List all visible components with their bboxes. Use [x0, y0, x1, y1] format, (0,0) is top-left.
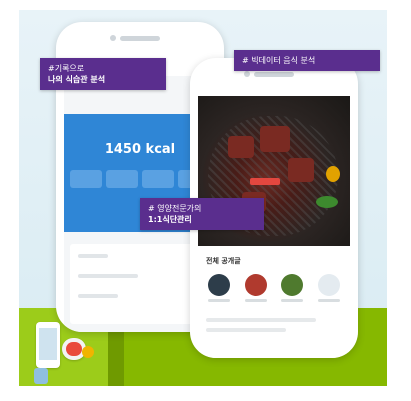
macro-carb — [70, 170, 102, 188]
tag-line: 1:1식단관리 — [148, 215, 192, 224]
dish-thumbnail[interactable] — [208, 274, 230, 296]
fruit-icon — [82, 346, 94, 358]
camera-icon — [110, 35, 116, 41]
dish-thumbnail[interactable] — [244, 274, 267, 296]
speaker-grille — [254, 72, 294, 77]
dish-label — [244, 299, 267, 302]
meat-piece — [228, 136, 254, 158]
speaker-grille — [120, 36, 160, 41]
promo-banner: 1450 kcal 전체 공개글 #기록으로 나의 식습관 분석 # 빅데이터 … — [0, 0, 411, 401]
dish-label — [317, 299, 340, 302]
camera-icon — [244, 71, 250, 77]
feed-line — [206, 318, 316, 322]
macro-fat — [142, 170, 174, 188]
dish-row — [208, 274, 340, 296]
macro-protein — [106, 170, 138, 188]
meal-card-title — [78, 254, 108, 258]
tag-line: 나의 식습관 분석 — [48, 75, 106, 84]
drink-icon — [34, 368, 48, 384]
feed-section-title: 전체 공개글 — [206, 257, 241, 265]
app-thumbnail — [36, 322, 60, 368]
bigdata-analysis-tag: # 빅데이터 음식 분석 — [234, 50, 380, 71]
meat-piece — [260, 126, 290, 152]
feed-line — [206, 328, 286, 332]
meal-card-line — [78, 274, 138, 278]
dish-label — [281, 299, 304, 302]
meat-piece — [288, 158, 314, 182]
tag-line: # 빅데이터 음식 분석 — [242, 56, 316, 65]
tag-line: # 영양전문가의 — [148, 204, 202, 213]
tag-line: #기록으로 — [48, 64, 85, 73]
nutritionist-tag: # 영양전문가의 1:1식단관리 — [140, 198, 264, 230]
macro-row — [70, 170, 210, 188]
dish-thumbnail[interactable] — [317, 274, 340, 296]
meal-card-line — [78, 294, 118, 298]
app-thumbnail-screen — [39, 328, 57, 360]
dish-thumbnail[interactable] — [281, 274, 304, 296]
dish-label — [208, 299, 230, 302]
salad-bowl-inner — [66, 342, 82, 356]
meal-card[interactable] — [70, 244, 214, 324]
habit-analysis-tag: #기록으로 나의 식습관 분석 — [40, 58, 166, 90]
dish-label-row — [208, 299, 340, 302]
food-label-badge — [250, 178, 280, 185]
vegetable — [326, 166, 340, 182]
vegetable — [316, 196, 338, 208]
